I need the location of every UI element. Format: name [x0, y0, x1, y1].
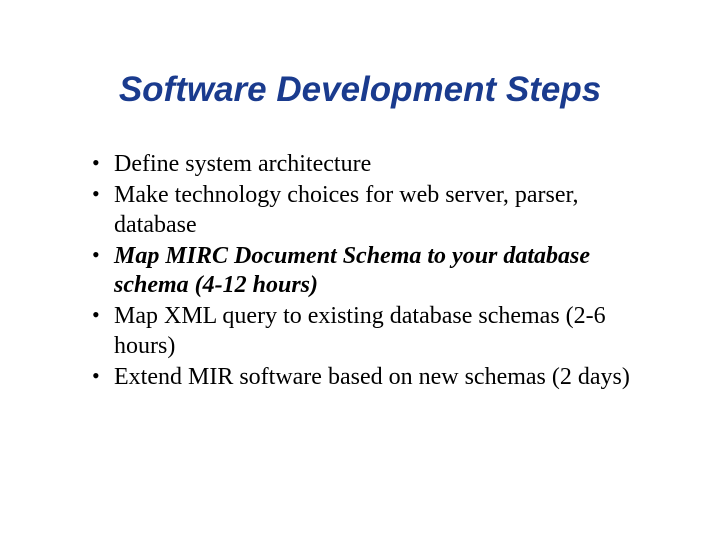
slide-title: Software Development Steps: [60, 70, 660, 110]
list-item: Make technology choices for web server, …: [92, 181, 650, 240]
bullet-text: Make technology choices for web server, …: [114, 182, 579, 237]
bullet-text: Map XML query to existing database schem…: [114, 303, 606, 358]
bullet-text: Extend MIR software based on new schemas…: [114, 364, 630, 390]
bullet-list: Define system architecture Make technolo…: [60, 150, 660, 392]
list-item: Map MIRC Document Schema to your databas…: [92, 242, 650, 301]
bullet-text: Define system architecture: [114, 151, 371, 177]
bullet-text: Map MIRC Document Schema to your databas…: [114, 243, 590, 298]
list-item: Define system architecture: [92, 150, 650, 179]
list-item: Extend MIR software based on new schemas…: [92, 363, 650, 392]
list-item: Map XML query to existing database schem…: [92, 302, 650, 361]
slide: Software Development Steps Define system…: [0, 0, 720, 540]
